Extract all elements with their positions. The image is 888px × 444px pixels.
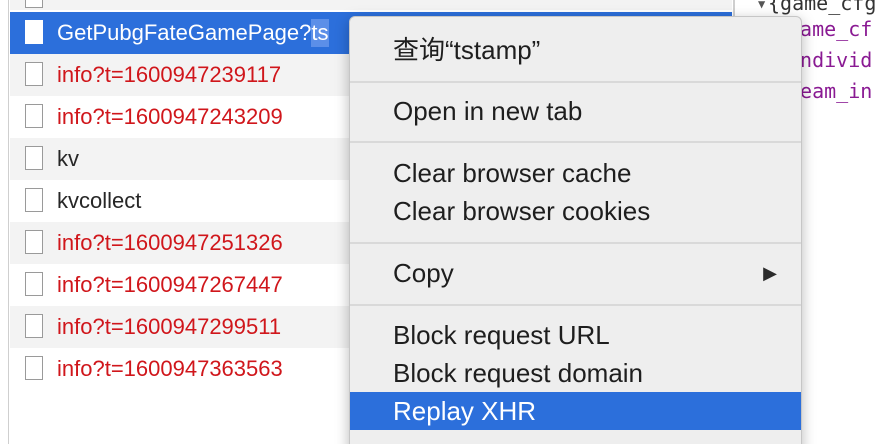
request-name[interactable]: info?t=1600947267447 [57, 271, 283, 299]
request-name[interactable]: kv [57, 145, 79, 173]
request-name-selection: ts [311, 19, 329, 47]
row-checkbox[interactable] [25, 314, 43, 338]
triangle-down-icon[interactable]: ▼ [758, 0, 765, 10]
row-checkbox[interactable] [25, 272, 43, 296]
row-checkbox[interactable] [25, 146, 43, 170]
menu-separator [350, 242, 801, 244]
request-name[interactable]: info?t=1600947239117 [57, 61, 281, 89]
row-checkbox[interactable] [25, 62, 43, 86]
menu-item-search-for[interactable]: 查询“tstamp” [350, 31, 801, 69]
menu-item-replay-xhr[interactable]: Replay XHR [350, 392, 801, 430]
menu-item-clear-browser-cookies[interactable]: Clear browser cookies [350, 192, 801, 230]
menu-separator [350, 81, 801, 83]
menu-item-open-in-new-tab[interactable]: Open in new tab [350, 92, 801, 130]
menu-item-copy-label: Copy [393, 258, 454, 288]
request-name[interactable]: info?t=1600947243209 [57, 103, 283, 131]
devtools-network-screen: GetPubgFateGamePage?ts info?t=1600947239… [0, 0, 888, 444]
request-name[interactable]: kvcollect [57, 187, 141, 215]
menu-item-block-request-url[interactable]: Block request URL [350, 316, 801, 354]
menu-item-copy[interactable]: Copy ▶ [350, 254, 801, 292]
request-name[interactable]: info?t=1600947299511 [57, 313, 281, 341]
row-checkbox[interactable] [25, 20, 43, 44]
menu-item-clear-browser-cache[interactable]: Clear browser cache [350, 154, 801, 192]
panel-border-left [8, 0, 9, 444]
row-checkbox[interactable] [25, 104, 43, 128]
row-checkbox[interactable] [25, 0, 43, 8]
menu-separator [350, 141, 801, 143]
row-checkbox[interactable] [25, 230, 43, 254]
row-checkbox[interactable] [25, 356, 43, 380]
menu-separator [350, 304, 801, 306]
request-name[interactable]: info?t=1600947363563 [57, 355, 283, 383]
request-name-text: GetPubgFateGamePage? [57, 20, 312, 45]
request-name[interactable]: GetPubgFateGamePage?ts [57, 19, 329, 47]
request-name[interactable]: info?t=1600947251326 [57, 229, 283, 257]
row-checkbox[interactable] [25, 188, 43, 212]
context-menu: 查询“tstamp” Open in new tab Clear browser… [349, 16, 802, 444]
submenu-arrow-icon: ▶ [763, 263, 777, 283]
request-row[interactable] [10, 0, 732, 10]
menu-item-block-request-domain[interactable]: Block request domain [350, 354, 801, 392]
